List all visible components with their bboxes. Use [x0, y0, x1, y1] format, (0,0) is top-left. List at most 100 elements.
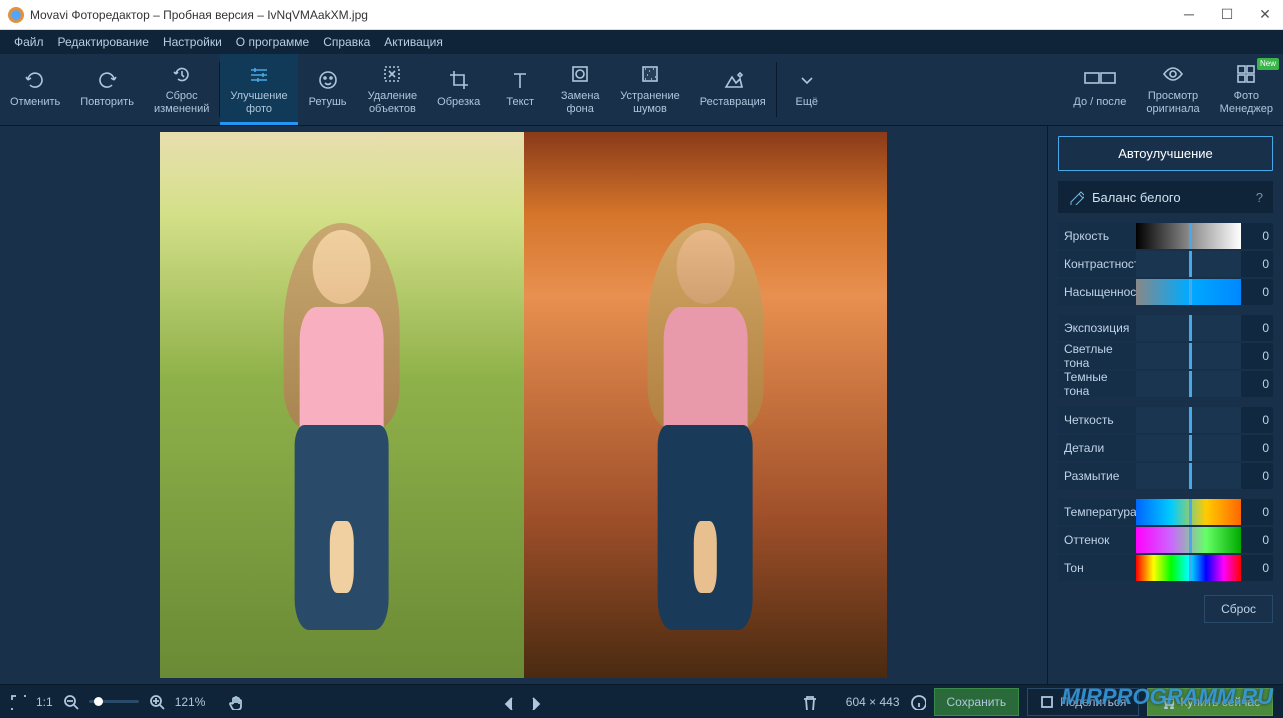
chevron-down-icon [796, 69, 818, 91]
hue-value: 0 [1241, 555, 1273, 581]
undo-label: Отменить [10, 96, 60, 109]
enhance-label: Улучшение фото [230, 90, 287, 116]
zoom-ratio[interactable]: 1:1 [36, 695, 53, 709]
erase-icon [381, 63, 403, 85]
zoom-slider[interactable] [89, 700, 139, 703]
menu-file[interactable]: Файл [14, 35, 44, 49]
view-original-button[interactable]: Просмотр оригинала [1136, 54, 1209, 125]
auto-enhance-button[interactable]: Автоулучшение [1058, 136, 1273, 171]
white-balance-row[interactable]: Баланс белого ? [1058, 181, 1273, 213]
highlights-slider[interactable] [1136, 343, 1241, 369]
sharpness-slider[interactable] [1136, 407, 1241, 433]
text-button[interactable]: Текст [490, 54, 550, 125]
minimize-button[interactable]: ─ [1179, 6, 1199, 23]
shadows-slider[interactable] [1136, 371, 1241, 397]
undo-icon [24, 69, 46, 91]
info-icon[interactable] [910, 694, 926, 710]
main-area: Автоулучшение Баланс белого ? Яркость0 К… [0, 126, 1283, 684]
sharpness-label: Четкость [1058, 407, 1136, 433]
tint-slider[interactable] [1136, 527, 1241, 553]
contrast-label: Контрастность [1058, 251, 1136, 277]
vieworig-label: Просмотр оригинала [1146, 90, 1199, 116]
saturation-slider[interactable] [1136, 279, 1241, 305]
titlebar: Movavi Фоторедактор – Пробная версия – I… [0, 0, 1283, 30]
hue-slider[interactable] [1136, 555, 1241, 581]
close-button[interactable]: ✕ [1255, 6, 1275, 23]
temperature-label: Температура [1058, 499, 1136, 525]
menu-help[interactable]: Справка [323, 35, 370, 49]
menu-edit[interactable]: Редактирование [58, 35, 149, 49]
reset-label: Сброс изменений [154, 90, 209, 116]
retouch-button[interactable]: Ретушь [298, 54, 358, 125]
temperature-slider[interactable] [1136, 499, 1241, 525]
denoise-label: Устранение шумов [620, 90, 680, 116]
beforeafter-label: До / после [1073, 96, 1126, 109]
more-button[interactable]: Ещё [777, 54, 837, 125]
highlights-label: Светлые тона [1058, 343, 1136, 369]
trash-icon[interactable] [800, 694, 816, 710]
restore-button[interactable]: Реставрация [690, 54, 776, 125]
eyedropper-icon [1068, 189, 1084, 205]
photo-manager-button[interactable]: New Фото Менеджер [1210, 54, 1283, 125]
menu-activation[interactable]: Активация [384, 35, 443, 49]
bgswap-icon [569, 63, 591, 85]
undo-button[interactable]: Отменить [0, 54, 70, 125]
grid-icon [1235, 63, 1257, 85]
contrast-slider[interactable] [1136, 251, 1241, 277]
buy-button[interactable]: Купить сейчас [1147, 688, 1273, 716]
text-icon [509, 69, 531, 91]
app-icon [8, 7, 24, 23]
compare-icon [1082, 69, 1118, 91]
zoom-out-icon[interactable] [63, 694, 79, 710]
redo-label: Повторить [80, 96, 134, 109]
zoom-value: 121% [175, 695, 206, 709]
saturation-label: Насыщенность [1058, 279, 1136, 305]
after-image [524, 132, 888, 678]
reset-changes-button[interactable]: Сброс изменений [144, 54, 219, 125]
sliders-icon [248, 63, 270, 85]
canvas[interactable] [0, 126, 1047, 684]
slider-group-detail: Четкость0 Детали0 Размытие0 [1058, 407, 1273, 489]
reset-sliders-button[interactable]: Сброс [1204, 595, 1273, 623]
save-button[interactable]: Сохранить [934, 688, 1020, 716]
exposure-value: 0 [1241, 315, 1273, 341]
denoise-button[interactable]: Устранение шумов [610, 54, 690, 125]
new-badge: New [1257, 58, 1279, 70]
bg-swap-button[interactable]: Замена фона [550, 54, 610, 125]
saturation-value: 0 [1241, 279, 1273, 305]
brightness-slider[interactable] [1136, 223, 1241, 249]
before-after-preview [160, 132, 887, 678]
remove-objects-button[interactable]: Удаление объектов [358, 54, 428, 125]
highlights-value: 0 [1241, 343, 1273, 369]
shadows-value: 0 [1241, 371, 1273, 397]
zoom-in-icon[interactable] [149, 694, 165, 710]
menubar: Файл Редактирование Настройки О программ… [0, 30, 1283, 54]
menu-about[interactable]: О программе [236, 35, 309, 49]
crop-button[interactable]: Обрезка [427, 54, 490, 125]
redo-button[interactable]: Повторить [70, 54, 144, 125]
fullscreen-icon[interactable] [10, 694, 26, 710]
brightness-value: 0 [1241, 223, 1273, 249]
footer: 1:1 121% 604 × 443 Сохранить Поделиться … [0, 684, 1283, 718]
adjustments-panel: Автоулучшение Баланс белого ? Яркость0 К… [1047, 126, 1283, 684]
before-after-button[interactable]: До / после [1063, 54, 1136, 125]
slider-group-light: Экспозиция0 Светлые тона0 Темные тона0 [1058, 315, 1273, 397]
hand-icon[interactable] [227, 694, 243, 710]
blur-slider[interactable] [1136, 463, 1241, 489]
share-button[interactable]: Поделиться [1027, 688, 1139, 716]
text-label: Текст [506, 96, 534, 109]
blur-value: 0 [1241, 463, 1273, 489]
toolbar: Отменить Повторить Сброс изменений Улучш… [0, 54, 1283, 126]
exposure-label: Экспозиция [1058, 315, 1136, 341]
enhance-button[interactable]: Улучшение фото [220, 54, 297, 125]
restore-icon [722, 69, 744, 91]
exposure-slider[interactable] [1136, 315, 1241, 341]
remove-label: Удаление объектов [368, 90, 418, 116]
maximize-button[interactable]: ☐ [1217, 6, 1237, 23]
details-slider[interactable] [1136, 435, 1241, 461]
help-icon[interactable]: ? [1256, 190, 1263, 205]
menu-settings[interactable]: Настройки [163, 35, 222, 49]
prev-icon[interactable] [501, 694, 517, 710]
next-icon[interactable] [527, 694, 543, 710]
reset-icon [171, 63, 193, 85]
